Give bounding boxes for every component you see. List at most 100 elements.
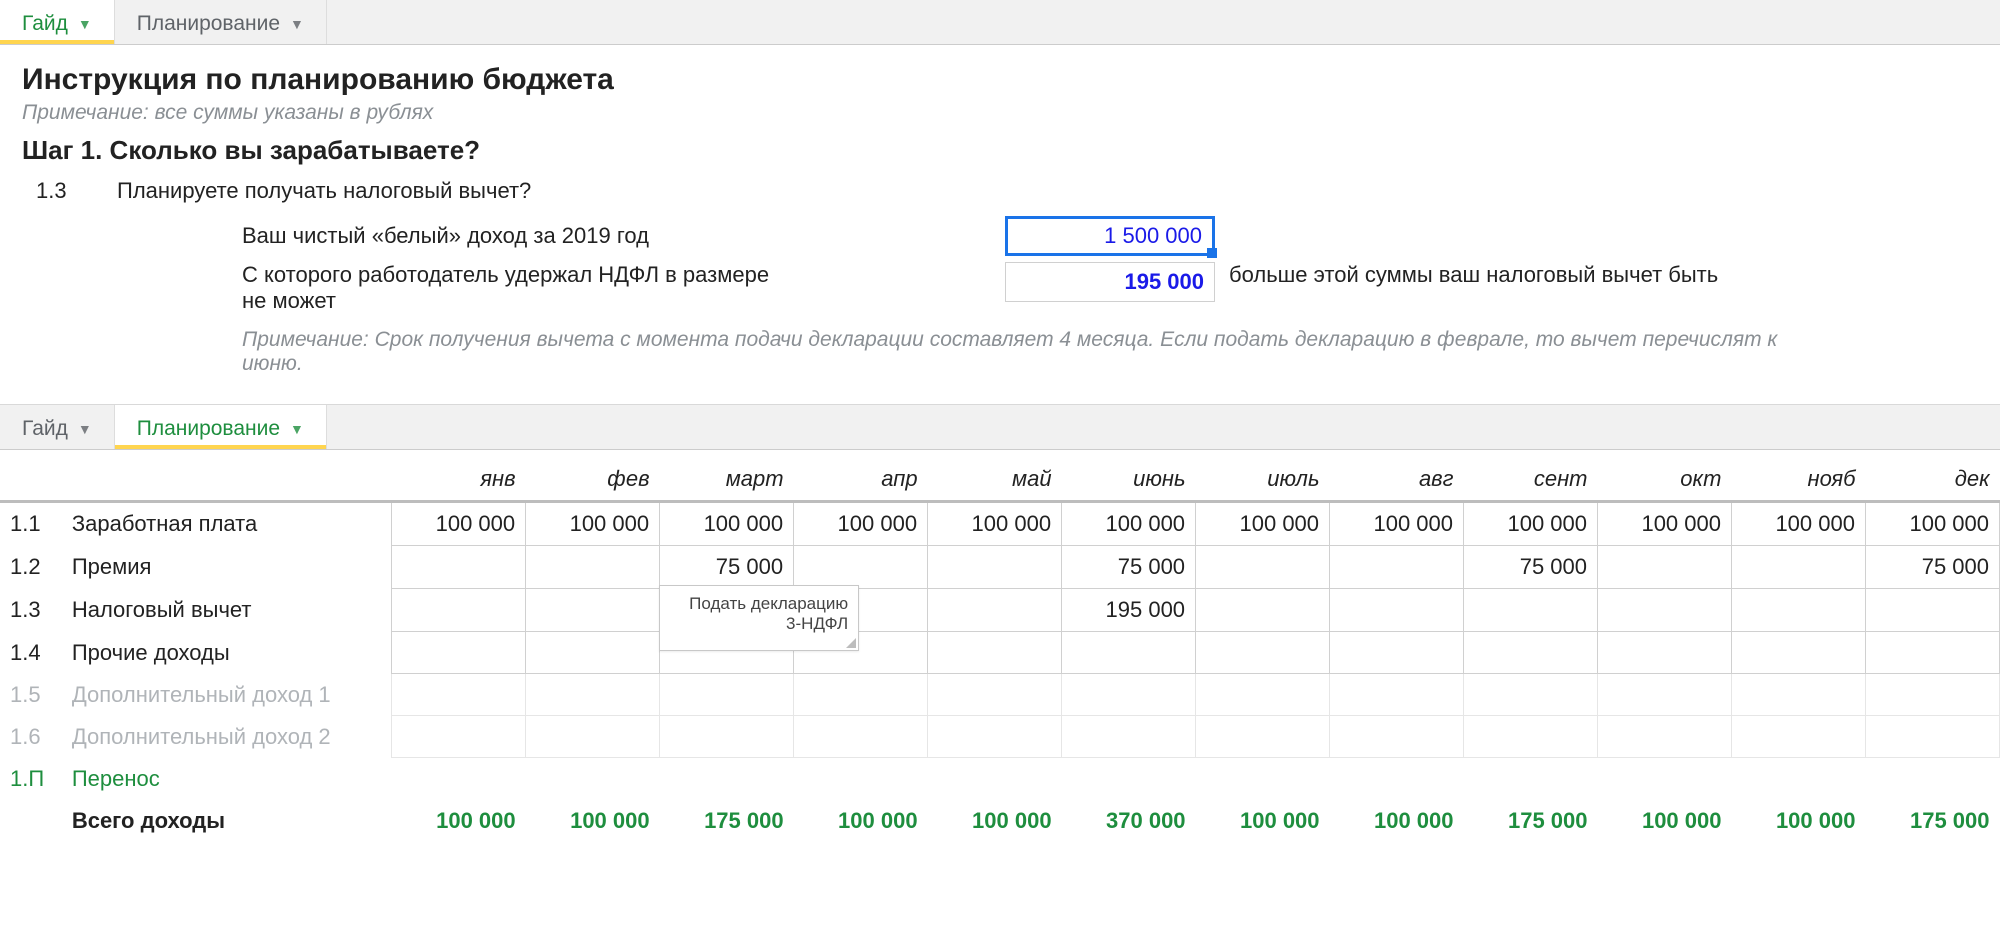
cell[interactable] <box>1196 632 1330 674</box>
cell[interactable]: 195 000 <box>1062 589 1196 632</box>
cell[interactable] <box>1731 716 1865 758</box>
cell[interactable]: 175 000 <box>1865 800 1999 842</box>
cell[interactable] <box>1062 632 1196 674</box>
cell[interactable]: 100 000 <box>1865 502 1999 546</box>
cell[interactable] <box>1464 716 1598 758</box>
cell[interactable] <box>1865 674 1999 716</box>
cell[interactable] <box>1062 758 1196 800</box>
cell[interactable] <box>526 758 660 800</box>
cell[interactable] <box>1598 758 1732 800</box>
cell[interactable] <box>1731 589 1865 632</box>
cell[interactable] <box>1196 716 1330 758</box>
cell[interactable] <box>1062 716 1196 758</box>
cell[interactable] <box>1598 546 1732 589</box>
cell[interactable]: 100 000 <box>1731 502 1865 546</box>
cell[interactable] <box>1731 758 1865 800</box>
cell[interactable] <box>1464 674 1598 716</box>
cell[interactable]: 100 000 <box>928 800 1062 842</box>
cell[interactable] <box>1330 546 1464 589</box>
cell[interactable]: 100 000 <box>1196 502 1330 546</box>
cell[interactable] <box>526 632 660 674</box>
cell[interactable] <box>794 758 928 800</box>
cell[interactable] <box>526 674 660 716</box>
cell[interactable]: 100 000 <box>1598 502 1732 546</box>
cell[interactable] <box>1731 546 1865 589</box>
cell[interactable]: 75 000 <box>1062 546 1196 589</box>
cell[interactable]: 100 000 <box>928 502 1062 546</box>
cell[interactable] <box>1598 589 1732 632</box>
income-input-cell[interactable]: 1 500 000 <box>1005 216 1215 256</box>
cell[interactable] <box>1598 674 1732 716</box>
cell[interactable] <box>928 589 1062 632</box>
cell[interactable]: 75 000 <box>1865 546 1999 589</box>
field-ndfl-label-p1: С которого работодатель удержал НДФЛ в р… <box>242 262 769 287</box>
cell[interactable]: 100 000 <box>1731 800 1865 842</box>
cell[interactable] <box>1062 674 1196 716</box>
cell[interactable] <box>1330 758 1464 800</box>
cell[interactable]: 100 000 <box>526 800 660 842</box>
cell[interactable]: 100 000 <box>1196 800 1330 842</box>
cell[interactable] <box>392 758 526 800</box>
cell[interactable] <box>1464 589 1598 632</box>
cell[interactable] <box>928 546 1062 589</box>
cell[interactable]: 100 000 <box>392 800 526 842</box>
cell[interactable] <box>660 758 794 800</box>
cell[interactable] <box>1196 758 1330 800</box>
cell[interactable] <box>1330 632 1464 674</box>
cell[interactable]: 100 000 <box>660 502 794 546</box>
cell[interactable] <box>1865 716 1999 758</box>
cell[interactable]: 75 000 <box>660 546 794 589</box>
cell[interactable] <box>392 546 526 589</box>
cell[interactable] <box>1731 632 1865 674</box>
cell[interactable]: 100 000 <box>1330 800 1464 842</box>
cell[interactable] <box>1598 632 1732 674</box>
cell[interactable]: 100 000 <box>794 502 928 546</box>
cell[interactable] <box>1464 758 1598 800</box>
cell[interactable] <box>794 674 928 716</box>
cell[interactable] <box>794 716 928 758</box>
tab-planning-bottom[interactable]: Планирование ▼ <box>115 405 327 449</box>
cell[interactable] <box>928 716 1062 758</box>
cell[interactable] <box>660 674 794 716</box>
cell[interactable] <box>1598 716 1732 758</box>
chevron-down-icon: ▼ <box>78 16 92 32</box>
cell[interactable] <box>1865 589 1999 632</box>
cell[interactable] <box>392 589 526 632</box>
cell[interactable] <box>526 546 660 589</box>
cell[interactable]: 175 000 <box>1464 800 1598 842</box>
cell[interactable]: 75 000 <box>1464 546 1598 589</box>
cell[interactable] <box>392 716 526 758</box>
cell[interactable]: 100 000 <box>1330 502 1464 546</box>
cell[interactable]: 100 000 <box>1464 502 1598 546</box>
cell[interactable] <box>1865 758 1999 800</box>
cell[interactable] <box>526 716 660 758</box>
cell[interactable] <box>1196 674 1330 716</box>
cell[interactable] <box>928 632 1062 674</box>
cell[interactable] <box>794 546 928 589</box>
tab-guide-top[interactable]: Гайд ▼ <box>0 0 115 44</box>
tab-guide-bottom[interactable]: Гайд ▼ <box>0 405 115 449</box>
cell[interactable]: 175 000 <box>660 800 794 842</box>
cell[interactable] <box>1731 674 1865 716</box>
cell[interactable] <box>1196 589 1330 632</box>
cell[interactable] <box>928 758 1062 800</box>
cell[interactable]: 100 000 <box>794 800 928 842</box>
cell[interactable]: 100 000 <box>1598 800 1732 842</box>
cell[interactable]: Подать декларацию 3-НДФЛ <box>526 589 660 632</box>
cell[interactable] <box>1330 674 1464 716</box>
cell[interactable] <box>1865 632 1999 674</box>
cell[interactable]: 370 000 <box>1062 800 1196 842</box>
cell[interactable]: 100 000 <box>526 502 660 546</box>
tab-planning-top[interactable]: Планирование ▼ <box>115 0 327 44</box>
cell[interactable] <box>1330 716 1464 758</box>
cell[interactable]: 100 000 <box>392 502 526 546</box>
cell[interactable] <box>392 674 526 716</box>
cell[interactable] <box>392 632 526 674</box>
cell[interactable] <box>660 716 794 758</box>
cell[interactable] <box>1464 632 1598 674</box>
cell[interactable] <box>1330 589 1464 632</box>
cell[interactable]: 100 000 <box>1062 502 1196 546</box>
cell[interactable] <box>928 674 1062 716</box>
cell[interactable] <box>1196 546 1330 589</box>
cell-comment[interactable]: Подать декларацию 3-НДФЛ <box>659 585 859 651</box>
